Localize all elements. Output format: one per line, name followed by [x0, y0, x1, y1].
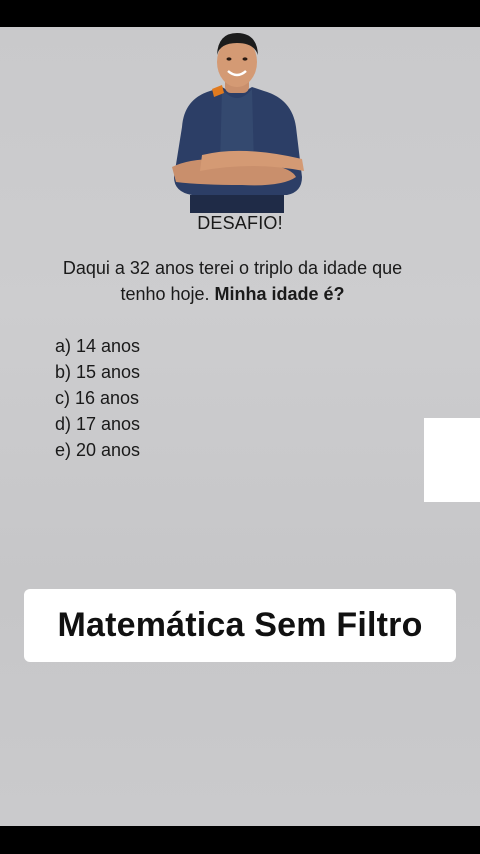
- caption-text: Matemática Sem Filtro: [57, 606, 423, 644]
- option-a: a) 14 anos: [55, 336, 141, 356]
- option-c: c) 16 anos: [55, 388, 140, 408]
- video-frame[interactable]: DESAFIO! Daqui a 32 anos terei o triplo …: [0, 27, 480, 826]
- bottom-black-bar: [0, 826, 480, 854]
- caption-box: Matemática Sem Filtro: [24, 589, 456, 662]
- white-overlay-box: [424, 418, 480, 502]
- top-black-bar: [0, 0, 480, 27]
- answer-options: a) 14 anos b) 15 anos c) 16 anos d) 17 a…: [55, 333, 140, 463]
- question-bold: Minha idade é?: [214, 284, 345, 304]
- option-e: e) 20 anos: [55, 440, 141, 460]
- option-b: b) 15 anos: [55, 362, 141, 382]
- presenter-photo: [172, 33, 304, 213]
- option-d: d) 17 anos: [55, 414, 141, 434]
- challenge-title: DESAFIO!: [197, 213, 283, 233]
- question-text: Daqui a 32 anos terei o triplo da idade …: [40, 255, 425, 307]
